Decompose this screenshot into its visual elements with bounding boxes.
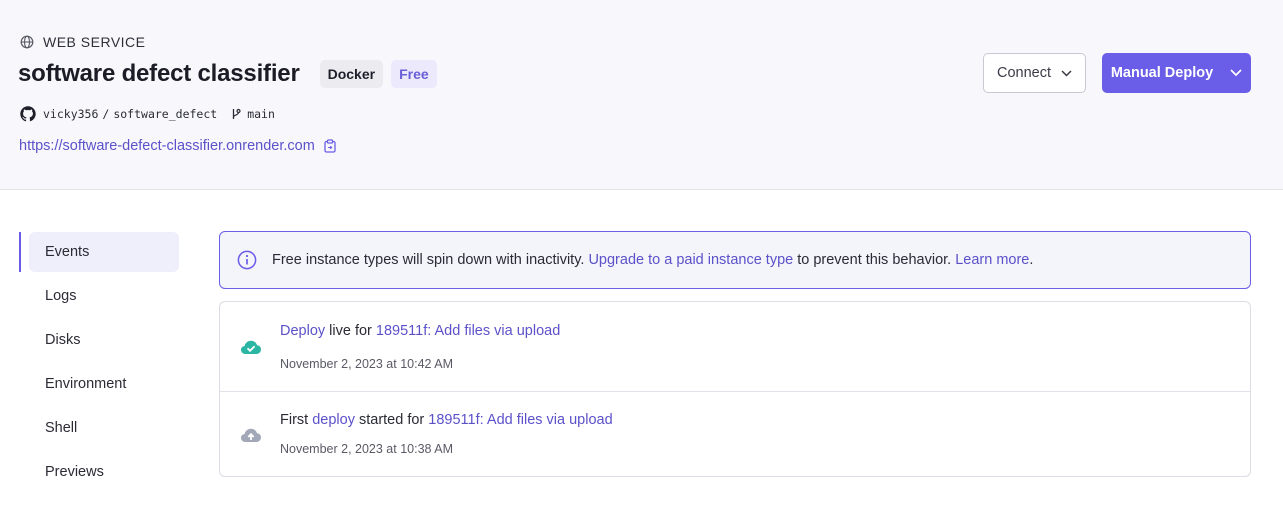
event-description: First deploy started for 189511f: Add fi… (280, 412, 613, 428)
commit-message[interactable]: : Add files via upload (480, 412, 613, 428)
event-timestamp: November 2, 2023 at 10:42 AM (280, 357, 454, 371)
globe-icon (20, 35, 34, 49)
banner-text-after: . (1029, 252, 1034, 268)
service-type-label: WEB SERVICE (43, 34, 146, 50)
learn-more-link[interactable]: Learn more (955, 252, 1029, 268)
banner-text-middle: to prevent this behavior. (793, 252, 956, 268)
connect-button-label: Connect (996, 65, 1051, 81)
copy-icon[interactable] (324, 139, 336, 153)
repo-separator: / (102, 107, 110, 121)
free-instance-banner: Free instance types will spin down with … (219, 231, 1251, 289)
sidebar-item-environment[interactable]: Environment (19, 364, 180, 404)
commit-link[interactable]: 189511f (428, 412, 479, 428)
cloud-upload-icon (241, 428, 261, 442)
commit-message[interactable]: : Add files via upload (427, 323, 560, 339)
banner-text: Free instance types will spin down with … (272, 252, 1033, 268)
cloud-check-icon (241, 340, 261, 354)
git-branch-icon (233, 108, 241, 119)
sidebar-item-previews[interactable]: Previews (19, 452, 180, 492)
upgrade-instance-link[interactable]: Upgrade to a paid instance type (588, 252, 793, 268)
chevron-down-icon (1061, 69, 1072, 77)
github-icon[interactable] (20, 106, 36, 122)
repo-owner[interactable]: vicky356 (43, 107, 98, 121)
sidebar-item-label: Environment (45, 376, 127, 392)
connect-button[interactable]: Connect (983, 53, 1086, 93)
plan-badge: Free (391, 60, 437, 88)
service-url-row: https://software-defect-classifier.onren… (19, 138, 336, 154)
repo-info: vicky356 / software_defect main (20, 106, 275, 122)
manual-deploy-button[interactable]: Manual Deploy (1102, 53, 1251, 93)
info-icon (237, 250, 257, 270)
deploy-link[interactable]: Deploy (280, 323, 325, 339)
event-text: live for (325, 323, 376, 339)
runtime-badge: Docker (319, 60, 384, 88)
sidebar-item-events[interactable]: Events (29, 232, 179, 272)
sidebar-item-logs[interactable]: Logs (19, 276, 180, 316)
service-type: WEB SERVICE (20, 34, 146, 50)
event-text: started for (354, 412, 429, 428)
sidebar-item-label: Shell (45, 420, 78, 436)
event-description: Deploy live for 189511f: Add files via u… (280, 323, 560, 339)
page-title: software defect classifier (18, 60, 300, 87)
manual-deploy-button-label: Manual Deploy (1110, 65, 1214, 81)
repo-name[interactable]: software_defect (113, 107, 217, 121)
sidebar-item-shell[interactable]: Shell (19, 408, 180, 448)
sidebar-item-label: Events (45, 244, 90, 260)
chevron-down-icon (1230, 69, 1242, 77)
event-prefix: First (280, 412, 313, 428)
events-list: Deploy live for 189511f: Add files via u… (219, 301, 1251, 477)
sidebar-nav: Events Logs Disks Environment Shell Prev… (19, 232, 180, 496)
service-header: WEB SERVICE software defect classifier D… (0, 0, 1283, 190)
branch-name: main (247, 107, 275, 121)
event-item: First deploy started for 189511f: Add fi… (220, 392, 1250, 476)
sidebar-item-label: Logs (45, 288, 77, 304)
commit-link[interactable]: 189511f (376, 323, 427, 339)
title-row: software defect classifier Docker Free (18, 60, 437, 88)
service-url-link[interactable]: https://software-defect-classifier.onren… (19, 138, 315, 154)
sidebar-item-label: Disks (45, 332, 81, 348)
sidebar-item-disks[interactable]: Disks (19, 320, 180, 360)
sidebar-item-label: Previews (45, 464, 104, 480)
event-item: Deploy live for 189511f: Add files via u… (220, 302, 1250, 392)
deploy-link[interactable]: deploy (312, 412, 355, 428)
event-timestamp: November 2, 2023 at 10:38 AM (280, 442, 454, 456)
banner-text-before: Free instance types will spin down with … (272, 252, 589, 268)
